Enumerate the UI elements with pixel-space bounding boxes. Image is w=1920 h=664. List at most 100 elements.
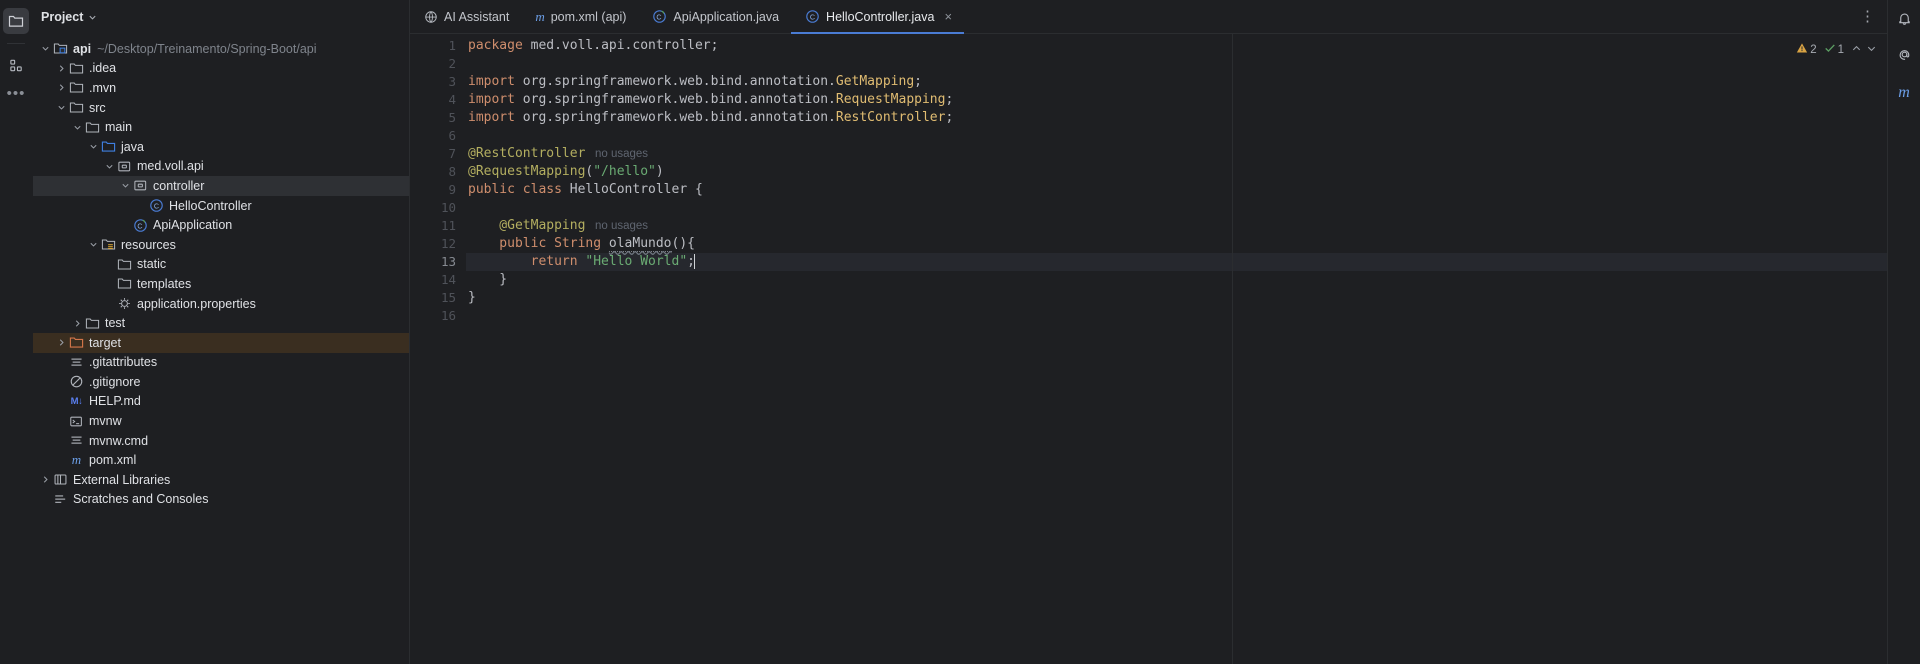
tree-row-gitattributes[interactable]: .gitattributes bbox=[33, 353, 409, 373]
gutter-line-number[interactable]: 2 bbox=[410, 55, 466, 73]
code-line[interactable]: @RequestMapping("/hello") bbox=[466, 163, 1887, 181]
code-token: } bbox=[468, 272, 508, 287]
gutter-line-number[interactable]: 11 bbox=[410, 217, 466, 235]
code-line[interactable]: import org.springframework.web.bind.anno… bbox=[466, 73, 1887, 91]
chevron-down-icon[interactable] bbox=[55, 103, 68, 112]
tree-row-controller[interactable]: controller bbox=[33, 176, 409, 196]
tree-row-mvnw-cmd[interactable]: mvnw.cmd bbox=[33, 431, 409, 451]
tree-row-gitignore[interactable]: .gitignore bbox=[33, 372, 409, 392]
chevron-down-icon[interactable] bbox=[88, 13, 97, 24]
code-line[interactable]: import org.springframework.web.bind.anno… bbox=[466, 109, 1887, 127]
gutter-line-number[interactable]: 12 bbox=[410, 235, 466, 253]
gutter-line-number[interactable]: 1 bbox=[410, 37, 466, 55]
editor-tab-hellocontroller-java[interactable]: C HelloController.java × bbox=[791, 0, 965, 34]
chevron-down-icon[interactable] bbox=[39, 44, 52, 53]
code-line[interactable] bbox=[466, 307, 1887, 325]
tree-row-external-libraries[interactable]: External Libraries bbox=[33, 470, 409, 490]
gutter-line-number[interactable]: 10 bbox=[410, 199, 466, 217]
tree-row-apiapplication[interactable]: C ApiApplication bbox=[33, 215, 409, 235]
project-tool-window-button[interactable] bbox=[3, 8, 29, 34]
chevron-down-icon[interactable] bbox=[103, 162, 116, 171]
editor-tab-ai-assistant[interactable]: AI Assistant bbox=[410, 0, 521, 33]
gutter-line-number[interactable]: 6 bbox=[410, 127, 466, 145]
chevron-right-icon[interactable] bbox=[71, 319, 84, 328]
code-line[interactable] bbox=[466, 55, 1887, 73]
code-line[interactable] bbox=[466, 127, 1887, 145]
gutter-line-number[interactable]: 15 bbox=[410, 289, 466, 307]
chevron-down-icon[interactable] bbox=[71, 123, 84, 132]
tree-row-idea[interactable]: .idea bbox=[33, 59, 409, 79]
module-folder-icon bbox=[52, 41, 69, 57]
code-line[interactable]: } bbox=[466, 271, 1887, 289]
tree-row-main[interactable]: main bbox=[33, 117, 409, 137]
tree-row-target[interactable]: target bbox=[33, 332, 409, 353]
inspection-warnings[interactable]: 2 bbox=[1796, 42, 1817, 57]
gutter-line-number[interactable]: 7 bbox=[410, 145, 466, 163]
more-tool-windows-button[interactable]: ••• bbox=[3, 81, 29, 107]
gutter-line-number[interactable]: 5 bbox=[410, 109, 466, 127]
tree-row-application-properties[interactable]: application.properties bbox=[33, 294, 409, 314]
code-line[interactable]: @RestController no usages bbox=[466, 145, 1887, 163]
tree-row-hellocontroller[interactable]: C HelloController bbox=[33, 196, 409, 216]
gutter-line-number[interactable]: 14 bbox=[410, 271, 466, 289]
gutter-line-number[interactable]: 4 bbox=[410, 91, 466, 109]
ai-assistant-button[interactable] bbox=[1891, 44, 1917, 70]
editor-right-margin-line bbox=[1232, 34, 1233, 664]
tree-row-mvnw[interactable]: mvnw bbox=[33, 411, 409, 431]
code-line[interactable]: public class HelloController { bbox=[466, 181, 1887, 199]
tree-row-pom-xml[interactable]: m pom.xml bbox=[33, 450, 409, 470]
editor-gutter[interactable]: 1 2 3 4 5 6 7 8 9 10 11 12 13 14 15 16 bbox=[410, 34, 466, 664]
gutter-line-number[interactable]: 13 bbox=[410, 253, 466, 271]
maven-button[interactable]: m bbox=[1891, 80, 1917, 106]
tree-row-med-voll-api[interactable]: med.voll.api bbox=[33, 157, 409, 177]
code-token: import bbox=[468, 74, 523, 89]
editor-body[interactable]: 1 2 3 4 5 6 7 8 9 10 11 12 13 14 15 16 package med.voll… bbox=[410, 34, 1887, 664]
gutter-line-number[interactable]: 16 bbox=[410, 307, 466, 325]
editor-tab-apiapplication-java[interactable]: C ApiApplication.java bbox=[638, 0, 791, 33]
project-pane-title: Project bbox=[41, 10, 84, 24]
chevron-right-icon[interactable] bbox=[55, 83, 68, 92]
chevron-down-icon[interactable] bbox=[119, 181, 132, 190]
code-line[interactable]: @GetMapping no usages bbox=[466, 217, 1887, 235]
kebab-menu-icon[interactable]: ⋮ bbox=[1860, 9, 1875, 24]
inspection-ok[interactable]: 1 bbox=[1824, 42, 1844, 57]
code-line[interactable] bbox=[466, 199, 1887, 217]
code-line[interactable]: } bbox=[466, 289, 1887, 307]
project-pane-header[interactable]: Project bbox=[33, 0, 409, 34]
tree-row-templates[interactable]: templates bbox=[33, 274, 409, 294]
tree-row-help-md[interactable]: M↓ HELP.md bbox=[33, 392, 409, 412]
tree-row-scratches-and-consoles[interactable]: Scratches and Consoles bbox=[33, 490, 409, 510]
code-token: public class bbox=[468, 182, 570, 197]
tree-row-test[interactable]: test bbox=[33, 313, 409, 333]
editor-code-content[interactable]: package med.voll.api.controller; import o… bbox=[466, 34, 1887, 664]
tree-row-label: med.voll.api bbox=[137, 159, 204, 174]
tree-row-static[interactable]: static bbox=[33, 255, 409, 275]
editor-tab-pom-xml-api[interactable]: m pom.xml (api) bbox=[521, 0, 638, 33]
chevron-up-icon[interactable] bbox=[1851, 43, 1862, 57]
gutter-line-number[interactable]: 3 bbox=[410, 73, 466, 91]
editor-tab-bar: AI Assistant m pom.xml (api) C ApiApplicatio… bbox=[410, 0, 1887, 34]
code-line[interactable]: import org.springframework.web.bind.anno… bbox=[466, 91, 1887, 109]
chevron-right-icon[interactable] bbox=[55, 64, 68, 73]
code-line[interactable]: return "Hello World"; bbox=[466, 253, 1887, 271]
close-icon[interactable]: × bbox=[944, 10, 952, 23]
project-file-tree[interactable]: api ~/Desktop/Treinamento/Spring-Boot/api… bbox=[33, 34, 409, 664]
chevron-down-icon[interactable] bbox=[1866, 43, 1877, 57]
gutter-line-number[interactable]: 8 bbox=[410, 163, 466, 181]
tree-row-mvn[interactable]: .mvn bbox=[33, 78, 409, 98]
tree-row-src[interactable]: src bbox=[33, 98, 409, 118]
code-line[interactable]: package med.voll.api.controller; bbox=[466, 37, 1887, 55]
tree-row-api[interactable]: api ~/Desktop/Treinamento/Spring-Boot/api bbox=[33, 39, 409, 59]
structure-tool-window-button[interactable] bbox=[3, 52, 29, 78]
gutter-line-number[interactable]: 9 bbox=[410, 181, 466, 199]
chevron-right-icon[interactable] bbox=[39, 475, 52, 484]
notifications-button[interactable] bbox=[1891, 8, 1917, 34]
code-line[interactable]: public String olaMundo(){ bbox=[466, 235, 1887, 253]
chevron-down-icon[interactable] bbox=[87, 142, 100, 151]
tree-row-resources[interactable]: resources bbox=[33, 235, 409, 255]
inspections-widget[interactable]: 2 1 bbox=[1796, 42, 1877, 57]
chevron-right-icon[interactable] bbox=[55, 338, 68, 347]
folder-icon bbox=[84, 119, 101, 135]
chevron-down-icon[interactable] bbox=[87, 240, 100, 249]
tree-row-java[interactable]: java bbox=[33, 137, 409, 157]
